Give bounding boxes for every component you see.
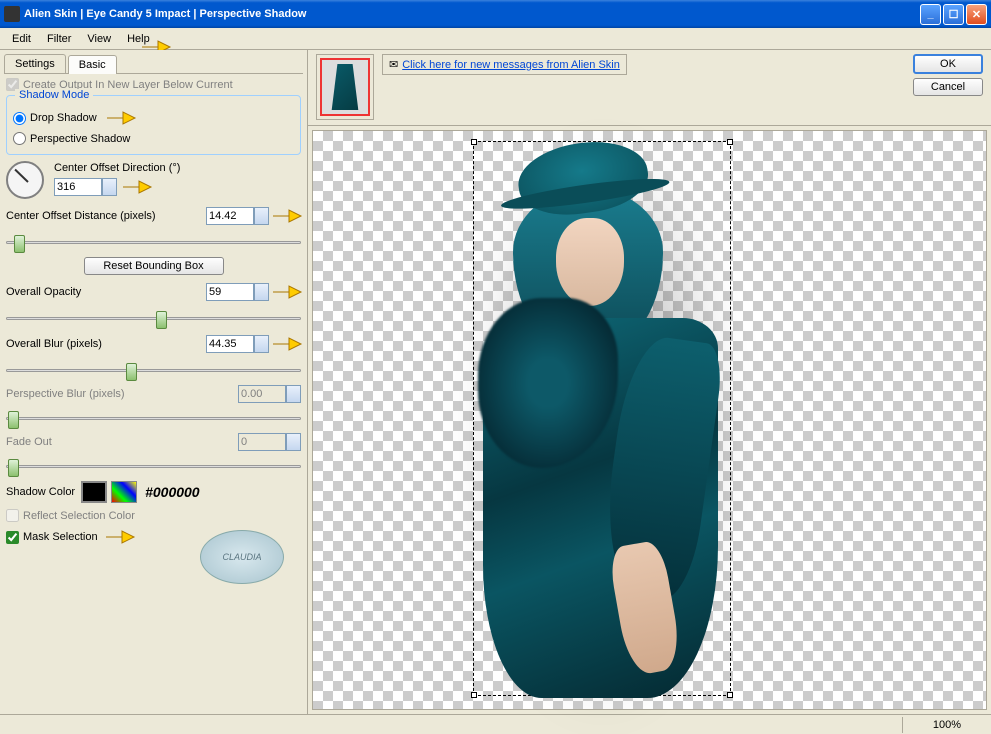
drop-shadow-radio[interactable] (13, 112, 26, 125)
message-link-box[interactable]: ✉ Click here for new messages from Alien… (382, 54, 627, 75)
center-offset-dist-spinner[interactable] (254, 207, 269, 225)
tab-settings[interactable]: Settings (4, 54, 66, 73)
overall-opacity-input[interactable] (206, 283, 254, 301)
center-offset-dist-slider[interactable] (6, 233, 301, 251)
tab-strip: Settings Basic (4, 54, 303, 74)
close-button[interactable]: ✕ (966, 4, 987, 25)
perspective-blur-label: Perspective Blur (pixels) (6, 388, 125, 400)
drop-shadow-label: Drop Shadow (30, 112, 97, 124)
title-bar: Alien Skin | Eye Candy 5 Impact | Perspe… (0, 0, 991, 28)
perspective-blur-input (238, 385, 286, 403)
watermark-badge: CLAUDIA (200, 530, 284, 584)
pointer-annotation-icon (121, 176, 153, 198)
perspective-shadow-radio-row[interactable]: Perspective Shadow (13, 132, 294, 145)
mask-selection-checkbox[interactable] (6, 531, 19, 544)
pointer-annotation-icon (271, 281, 303, 303)
fade-out-input (238, 433, 286, 451)
reflect-selection-checkbox (6, 509, 19, 522)
message-link[interactable]: Click here for new messages from Alien S… (402, 59, 620, 71)
overall-opacity-slider[interactable] (6, 309, 301, 327)
reset-bounding-box-button[interactable]: Reset Bounding Box (84, 257, 224, 275)
center-offset-distance-row: Center Offset Distance (pixels) (6, 205, 301, 227)
top-toolbar: ✉ Click here for new messages from Alien… (308, 50, 991, 126)
menu-bar: Edit Filter View Help (0, 28, 991, 50)
perspective-blur-spinner (286, 385, 301, 403)
pointer-annotation-icon (105, 107, 137, 129)
preview-area: ✉ Click here for new messages from Alien… (308, 50, 991, 714)
fade-out-label: Fade Out (6, 436, 52, 448)
center-offset-dir-spinner[interactable] (102, 178, 117, 196)
mail-icon: ✉ (389, 58, 398, 71)
window-buttons: _ ☐ ✕ (920, 4, 987, 25)
direction-dial[interactable] (6, 161, 44, 199)
overall-opacity-row: Overall Opacity (6, 281, 301, 303)
reflect-selection-row: Reflect Selection Color (6, 509, 301, 522)
preview-canvas[interactable] (312, 130, 987, 710)
overall-blur-slider[interactable] (6, 361, 301, 379)
center-offset-dist-input[interactable] (206, 207, 254, 225)
shadow-color-picker-icon[interactable] (111, 481, 137, 503)
overall-blur-spinner[interactable] (254, 335, 269, 353)
overall-blur-row: Overall Blur (pixels) (6, 333, 301, 355)
shadow-color-swatch[interactable] (81, 481, 107, 503)
mask-selection-label: Mask Selection (23, 531, 98, 543)
perspective-blur-row: Perspective Blur (pixels) (6, 385, 301, 403)
pointer-annotation-icon (271, 205, 303, 227)
overall-blur-label: Overall Blur (pixels) (6, 338, 102, 350)
menu-edit[interactable]: Edit (4, 31, 39, 47)
pointer-annotation-icon (271, 333, 303, 355)
center-offset-direction-row: Center Offset Direction (°) (6, 161, 301, 199)
layer-thumbnail[interactable] (320, 58, 370, 116)
menu-view[interactable]: View (79, 31, 119, 47)
app-icon (4, 6, 20, 22)
preview-image (478, 143, 728, 713)
drop-shadow-radio-row[interactable]: Drop Shadow (13, 107, 294, 129)
shadow-color-label: Shadow Color (6, 486, 75, 498)
overall-opacity-spinner[interactable] (254, 283, 269, 301)
menu-filter[interactable]: Filter (39, 31, 79, 47)
pointer-annotation-icon (104, 526, 136, 548)
perspective-shadow-label: Perspective Shadow (30, 133, 130, 145)
center-offset-dist-label: Center Offset Distance (pixels) (6, 210, 156, 222)
shadow-color-row: Shadow Color #000000 (6, 481, 301, 503)
minimize-button[interactable]: _ (920, 4, 941, 25)
maximize-button[interactable]: ☐ (943, 4, 964, 25)
dialog-buttons: OK Cancel (913, 54, 983, 96)
settings-panel: Settings Basic Create Output In New Laye… (0, 50, 308, 714)
zoom-level: 100% (902, 717, 991, 733)
ok-button[interactable]: OK (913, 54, 983, 74)
cancel-button[interactable]: Cancel (913, 78, 983, 96)
fade-out-slider (6, 457, 301, 475)
shadow-mode-group: Shadow Mode Drop Shadow Perspective Shad… (6, 95, 301, 155)
center-offset-dir-input[interactable] (54, 178, 102, 196)
shadow-color-hex: #000000 (145, 484, 200, 500)
overall-blur-input[interactable] (206, 335, 254, 353)
overall-opacity-label: Overall Opacity (6, 286, 81, 298)
main-area: Settings Basic Create Output In New Laye… (0, 50, 991, 714)
fade-out-row: Fade Out (6, 433, 301, 451)
fade-out-spinner (286, 433, 301, 451)
shadow-mode-legend: Shadow Mode (15, 89, 93, 101)
perspective-shadow-radio[interactable] (13, 132, 26, 145)
reset-bbox-row: Reset Bounding Box (6, 257, 301, 275)
reflect-selection-label: Reflect Selection Color (23, 510, 135, 522)
window-title: Alien Skin | Eye Candy 5 Impact | Perspe… (24, 8, 920, 20)
center-offset-dir-label: Center Offset Direction (°) (54, 162, 180, 174)
tab-basic[interactable]: Basic (68, 55, 117, 74)
perspective-blur-slider (6, 409, 301, 427)
